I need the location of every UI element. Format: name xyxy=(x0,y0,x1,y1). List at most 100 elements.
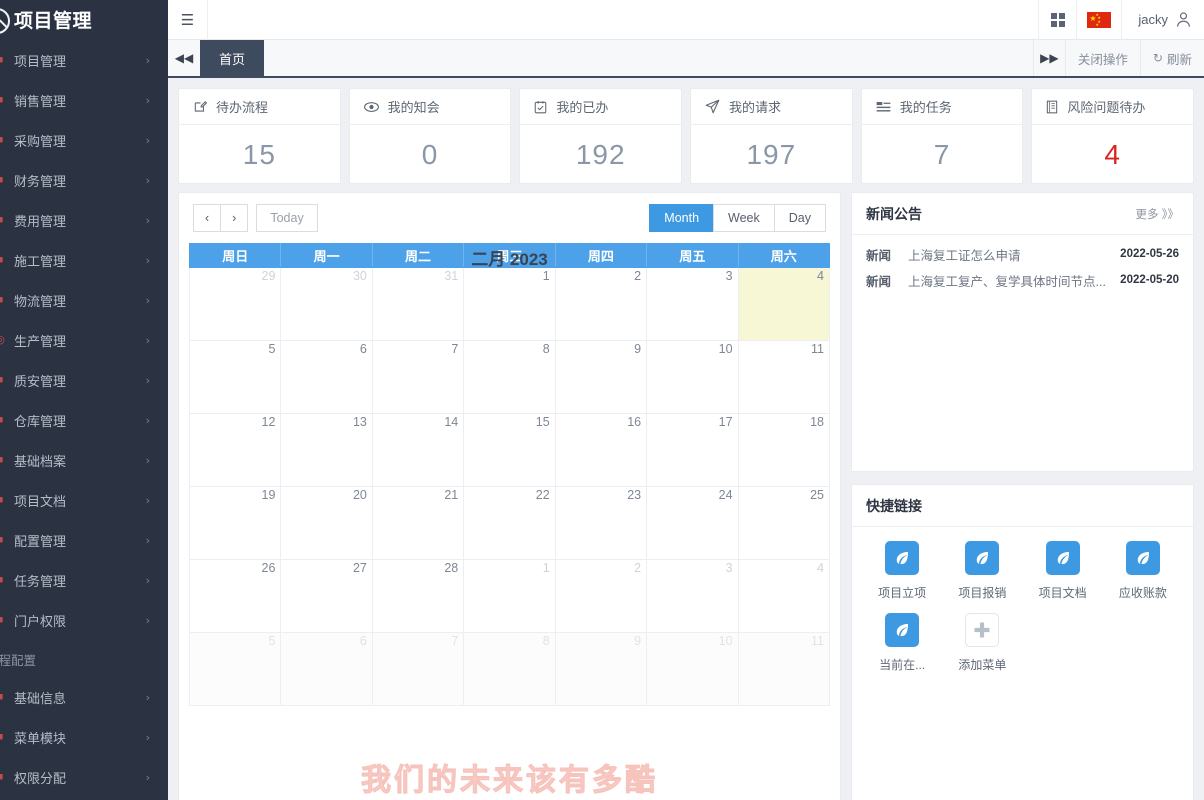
tab-home[interactable]: 首页 xyxy=(200,40,265,76)
user-menu[interactable]: jacky xyxy=(1121,0,1204,40)
calendar-view-week[interactable]: Week xyxy=(713,204,775,232)
calendar-day-cell[interactable]: 12 xyxy=(188,413,282,487)
calendar-day-cell[interactable]: 3 xyxy=(646,559,739,633)
calendar-day-cell[interactable]: 20 xyxy=(280,486,373,560)
calendar-view-day[interactable]: Day xyxy=(773,204,826,232)
refresh-button[interactable]: ↻ 刷新 xyxy=(1139,40,1204,76)
quick-link-1[interactable]: 项目报销 xyxy=(942,541,1022,601)
calendar-day-cell[interactable]: 16 xyxy=(554,413,648,487)
sidebar-item-8[interactable]: ■质安管理 › xyxy=(0,360,168,400)
calendar-day-cell[interactable]: 26 xyxy=(188,559,282,633)
calendar-today-button[interactable]: Today xyxy=(256,204,318,232)
calendar-day-cell[interactable]: 22 xyxy=(463,486,556,560)
app-logo[interactable]: 项目管理 xyxy=(0,0,168,40)
sidebar-item-7[interactable]: ◎生产管理 › xyxy=(0,320,168,360)
calendar-day-cell[interactable]: 29 xyxy=(188,267,282,341)
calendar-day-cell[interactable]: 11 xyxy=(737,340,831,414)
calendar-day-cell[interactable]: 25 xyxy=(737,486,831,560)
shield-icon: ■ xyxy=(0,374,14,386)
calendar-day-number: 7 xyxy=(451,342,459,356)
calendar-day-cell[interactable]: 27 xyxy=(280,559,373,633)
sidebar-item-13[interactable]: ■任务管理 › xyxy=(0,560,168,600)
calendar-day-cell[interactable]: 6 xyxy=(280,632,373,706)
sidebar-item-0[interactable]: ■项目管理 › xyxy=(0,40,168,80)
calendar-day-cell[interactable]: 2 xyxy=(554,559,648,633)
news-item-title[interactable]: 上海复工复产、复学具体时间节点... xyxy=(908,271,1120,290)
calendar-day-cell[interactable]: 8 xyxy=(463,632,556,706)
quick-link-2[interactable]: 项目文档 xyxy=(1023,541,1103,601)
calendar-day-cell[interactable]: 5 xyxy=(188,340,282,414)
sidebar-item-12[interactable]: ■配置管理 › xyxy=(0,520,168,560)
calendar-day-number: 2 xyxy=(634,269,642,283)
sidebar-item-0[interactable]: ■基础信息 › xyxy=(0,677,168,717)
calendar-day-cell[interactable]: 9 xyxy=(554,632,648,706)
calendar-view-month[interactable]: Month xyxy=(649,204,715,232)
calendar-day-cell[interactable]: 24 xyxy=(646,486,739,560)
sidebar-item-2[interactable]: ■采购管理 › xyxy=(0,120,168,160)
sidebar-item-1[interactable]: ■销售管理 › xyxy=(0,80,168,120)
sidebar-item-6[interactable]: ■物流管理 › xyxy=(0,280,168,320)
calendar-day-cell[interactable]: 7 xyxy=(371,632,465,706)
calendar-day-cell[interactable]: 15 xyxy=(463,413,556,487)
news-more-link[interactable]: 更多 》》 xyxy=(1136,206,1179,222)
quick-link-4[interactable]: 当前在... xyxy=(862,613,942,673)
sidebar-item-5[interactable]: ■施工管理 › xyxy=(0,240,168,280)
calendar-day-cell[interactable]: 6 xyxy=(280,340,373,414)
calendar-day-cell[interactable]: 9 xyxy=(554,340,648,414)
calendar-day-cell[interactable]: 11 xyxy=(737,632,831,706)
sidebar-item-1[interactable]: ■菜单模块 › xyxy=(0,717,168,757)
calendar-prev-button[interactable]: ‹ xyxy=(193,204,222,232)
calendar-day-cell[interactable]: 28 xyxy=(371,559,465,633)
calendar-day-cell[interactable]: 1 xyxy=(463,559,556,633)
coin-icon: ■ xyxy=(0,174,14,186)
sidebar-item-2[interactable]: ■权限分配 › xyxy=(0,757,168,797)
calendar-next-button[interactable]: › xyxy=(220,204,249,232)
grid-apps-button[interactable] xyxy=(1038,0,1076,40)
double-chevron-right-icon[interactable]: ▶▶ xyxy=(1032,40,1065,76)
calendar-day-cell[interactable]: 5 xyxy=(188,632,282,706)
sidebar-item-11[interactable]: ■项目文档 › xyxy=(0,480,168,520)
calendar-day-cell[interactable]: 4 xyxy=(737,267,831,341)
stat-card-3[interactable]: 我的请求 197 xyxy=(690,88,853,184)
calendar-day-cell[interactable]: 4 xyxy=(737,559,831,633)
double-chevron-left-icon[interactable]: ◀◀ xyxy=(168,40,200,76)
sidebar-item-9[interactable]: ■仓库管理 › xyxy=(0,400,168,440)
quick-link-5[interactable]: 添加菜单 xyxy=(942,613,1022,673)
hamburger-icon[interactable]: ☰ xyxy=(168,0,208,40)
sidebar-item-4[interactable]: ■费用管理 › xyxy=(0,200,168,240)
calendar-day-cell[interactable]: 1 xyxy=(463,267,556,341)
calendar-day-cell[interactable]: 8 xyxy=(463,340,556,414)
stat-card-0[interactable]: 待办流程 15 xyxy=(178,88,341,184)
calendar-day-cell[interactable]: 31 xyxy=(371,267,465,341)
calendar-day-cell[interactable]: 13 xyxy=(280,413,373,487)
news-item[interactable]: 新闻 上海复工复产、复学具体时间节点... 2022-05-20 xyxy=(866,267,1179,293)
chevron-right-icon: › xyxy=(145,93,150,107)
news-item-title[interactable]: 上海复工证怎么申请 xyxy=(908,245,1120,264)
calendar-day-cell[interactable]: 17 xyxy=(646,413,739,487)
calendar-day-cell[interactable]: 30 xyxy=(280,267,373,341)
calendar-day-cell[interactable]: 23 xyxy=(554,486,648,560)
stat-card-4[interactable]: 我的任务 7 xyxy=(860,88,1024,184)
calendar-day-cell[interactable]: 10 xyxy=(646,340,739,414)
calendar-nav-group: ‹ › xyxy=(193,204,249,232)
grid-apps-icon xyxy=(1050,12,1065,27)
sidebar-item-10[interactable]: ■基础档案 › xyxy=(0,440,168,480)
stat-card-1[interactable]: 我的知会 0 xyxy=(348,88,512,184)
quick-link-0[interactable]: 项目立项 xyxy=(862,541,942,601)
calendar-day-cell[interactable]: 10 xyxy=(646,632,739,706)
calendar-day-cell[interactable]: 2 xyxy=(554,267,648,341)
calendar-day-cell[interactable]: 21 xyxy=(371,486,465,560)
stat-card-5[interactable]: 风险问题待办 4 xyxy=(1031,88,1195,184)
calendar-day-cell[interactable]: 7 xyxy=(371,340,465,414)
calendar-day-cell[interactable]: 14 xyxy=(371,413,465,487)
calendar-day-cell[interactable]: 3 xyxy=(646,267,739,341)
sidebar-item-3[interactable]: ■财务管理 › xyxy=(0,160,168,200)
news-item[interactable]: 新闻 上海复工证怎么申请 2022-05-26 xyxy=(866,241,1179,267)
close-operations-button[interactable]: 关闭操作 xyxy=(1064,40,1140,76)
quick-link-3[interactable]: 应收账款 xyxy=(1103,541,1183,601)
calendar-day-cell[interactable]: 18 xyxy=(737,413,831,487)
calendar-day-cell[interactable]: 19 xyxy=(188,486,282,560)
sidebar-item-14[interactable]: ■门户权限 › xyxy=(0,600,168,640)
stat-card-2[interactable]: 我的已办 192 xyxy=(519,88,683,184)
language-button[interactable]: ★ ★ ★ ★ ★ xyxy=(1076,0,1121,40)
